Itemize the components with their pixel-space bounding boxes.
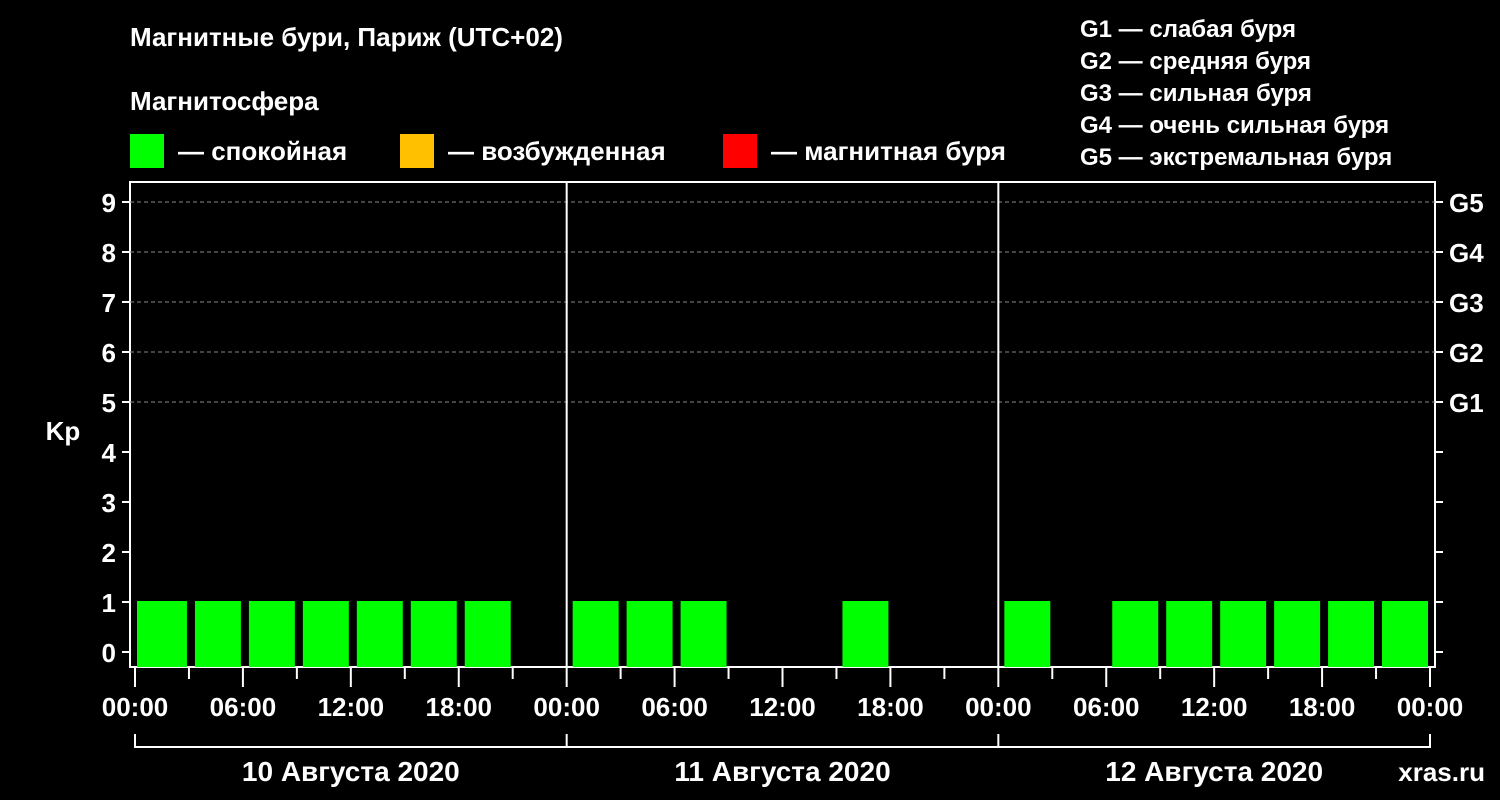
x-tick-label: 00:00 xyxy=(965,692,1032,722)
x-tick-label: 00:00 xyxy=(1397,692,1464,722)
kp-bar xyxy=(1382,601,1428,667)
kp-bar xyxy=(302,601,349,667)
watermark: xras.ru xyxy=(1398,757,1485,787)
kp-bar xyxy=(1274,601,1321,667)
kp-bar xyxy=(680,601,727,667)
kp-bar xyxy=(842,601,889,667)
y-tick-label: 5 xyxy=(102,388,116,418)
plot-frame xyxy=(129,181,1436,668)
x-tick-label: 18:00 xyxy=(426,692,493,722)
y-tick-label: 8 xyxy=(102,238,116,268)
kp-bar xyxy=(572,601,619,667)
day-label: 12 Августа 2020 xyxy=(1105,756,1323,787)
kp-bar xyxy=(410,601,457,667)
y-tick-label: 6 xyxy=(102,338,116,368)
kp-chart: 0 1 2 3 4 5 6 7 8 9 G1 G2 G3 G4 G5 Kp 00:00 06:00 12:00 18:… xyxy=(46,181,1485,787)
kp-bar xyxy=(356,601,403,667)
y-tick-label: 2 xyxy=(102,538,116,568)
x-tick-label: 00:00 xyxy=(533,692,600,722)
day-label: 10 Августа 2020 xyxy=(242,756,460,787)
y-tick-label: 7 xyxy=(102,288,116,318)
y-tick-label: 3 xyxy=(102,488,116,518)
g-level-label: G3 xyxy=(1449,288,1484,318)
x-tick-label: 06:00 xyxy=(210,692,277,722)
kp-bar xyxy=(194,601,241,667)
x-tick-label: 06:00 xyxy=(641,692,708,722)
g-level-label: G2 xyxy=(1449,338,1484,368)
y-tick-label: 9 xyxy=(102,188,116,218)
kp-bar xyxy=(137,601,187,667)
x-tick-label: 12:00 xyxy=(318,692,385,722)
day-label: 11 Августа 2020 xyxy=(674,756,890,787)
x-tick-label: 18:00 xyxy=(857,692,924,722)
x-tick-label: 18:00 xyxy=(1289,692,1356,722)
kp-bar xyxy=(248,601,295,667)
g-level-label: G5 xyxy=(1449,188,1484,218)
y-tick-label: 0 xyxy=(102,638,116,668)
kp-bar xyxy=(1004,601,1051,667)
x-tick-label: 12:00 xyxy=(1181,692,1248,722)
y-axis-label: Kp xyxy=(46,416,81,446)
y-tick-label: 1 xyxy=(102,588,116,618)
x-tick-label: 00:00 xyxy=(102,692,169,722)
kp-bar xyxy=(626,601,673,667)
y-tick-label: 4 xyxy=(102,438,117,468)
x-tick-label: 06:00 xyxy=(1073,692,1140,722)
kp-bar xyxy=(464,601,511,667)
kp-bar xyxy=(1112,601,1159,667)
kp-bar xyxy=(1166,601,1213,667)
kp-bar xyxy=(1328,601,1375,667)
x-tick-label: 12:00 xyxy=(749,692,816,722)
g-level-label: G4 xyxy=(1449,238,1484,268)
kp-bar xyxy=(1220,601,1267,667)
g-level-label: G1 xyxy=(1449,388,1484,418)
